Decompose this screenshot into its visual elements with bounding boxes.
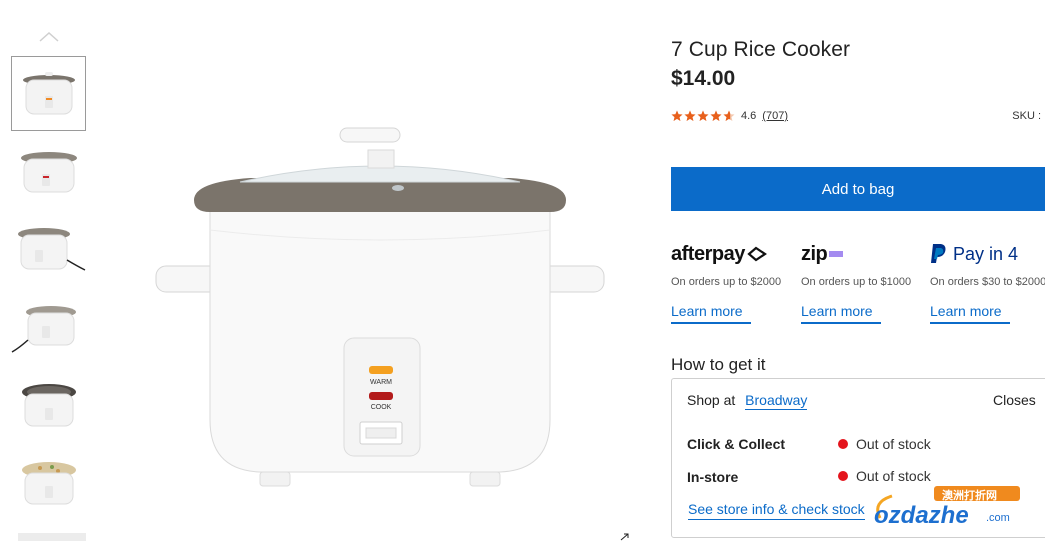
out-of-stock-dot-icon [838, 471, 848, 481]
afterpay-logo-icon: afterpay [671, 240, 791, 268]
store-closing-time: Closes [993, 392, 1036, 408]
zip-logo-icon: zip [801, 240, 921, 268]
star-icon [671, 110, 683, 121]
warm-indicator-label: WARM [370, 379, 392, 386]
product-price: $14.00 [671, 67, 736, 90]
paypal-logo-icon: Pay in 4 [930, 240, 1045, 268]
see-store-info-link[interactable]: See store info & check stock [688, 501, 865, 520]
zip-learn-more-link[interactable]: Learn more [801, 303, 881, 324]
star-icon [710, 110, 722, 121]
thumbnail-6[interactable] [11, 446, 86, 521]
instore-label: In-store [687, 469, 739, 485]
chevron-up-icon[interactable] [38, 30, 60, 44]
instore-status: Out of stock [838, 468, 931, 484]
rice-cooker-thumbnail-image [18, 227, 86, 271]
rice-cooker-thumbnail-image [20, 151, 77, 192]
rice-cooker-thumbnail-image [22, 71, 75, 114]
zip-option: zip On orders up to $1000 Learn more [801, 240, 921, 324]
how-to-get-it-heading: How to get it [671, 355, 766, 374]
sku-label: SKU : [1012, 110, 1041, 122]
thumbnail-list [11, 56, 86, 524]
ozdazhe-watermark-logo: 澳洲打折网 ozdazhe .com [862, 484, 1022, 534]
cook-indicator-label: COOK [371, 404, 392, 411]
star-icon [684, 110, 696, 121]
rice-cooker-thumbnail-image [21, 383, 76, 426]
paypal-learn-more-link[interactable]: Learn more [930, 303, 1010, 324]
product-title: 7 Cup Rice Cooker [671, 38, 851, 61]
rating-value: 4.6 [741, 110, 757, 122]
out-of-stock-dot-icon [838, 439, 848, 449]
click-collect-status: Out of stock [838, 436, 931, 452]
cursor-icon [620, 533, 629, 541]
afterpay-learn-more-link[interactable]: Learn more [671, 303, 751, 324]
shop-at-row: Shop at Broadway [687, 392, 808, 410]
shop-at-label: Shop at [687, 392, 736, 408]
rice-cooker-thumbnail-image [21, 461, 76, 504]
rating-row: 4.6 (707) [671, 110, 788, 122]
thumbnail-4[interactable] [11, 290, 86, 365]
store-selector-link[interactable]: Broadway [745, 392, 808, 410]
afterpay-terms: On orders up to $2000 [671, 276, 782, 288]
star-icon [723, 110, 735, 121]
thumbnail-1[interactable] [11, 56, 86, 131]
add-to-bag-button[interactable]: Add to bag [671, 167, 1045, 211]
rice-cooker-thumbnail-image [11, 305, 76, 353]
thumbnail-7-partial[interactable] [18, 533, 86, 541]
click-collect-label: Click & Collect [687, 436, 786, 452]
star-icon [697, 110, 709, 121]
thumbnail-5[interactable] [11, 368, 86, 443]
review-count-link[interactable]: (707) [762, 110, 788, 122]
paypal-option: Pay in 4 On orders $30 to $2000 Learn mo… [930, 240, 1045, 324]
zip-terms: On orders up to $1000 [801, 276, 912, 288]
main-product-image[interactable]: WARM COOK [150, 120, 610, 500]
afterpay-option: afterpay On orders up to $2000 Learn mor… [671, 240, 791, 324]
paypal-terms: On orders $30 to $2000 [930, 276, 1045, 288]
thumbnail-2[interactable] [11, 134, 86, 209]
star-rating [671, 110, 735, 122]
thumbnail-3[interactable] [11, 212, 86, 287]
product-info-panel: 7 Cup Rice Cooker $14.00 4.6 (707) SKU :… [671, 0, 1045, 541]
